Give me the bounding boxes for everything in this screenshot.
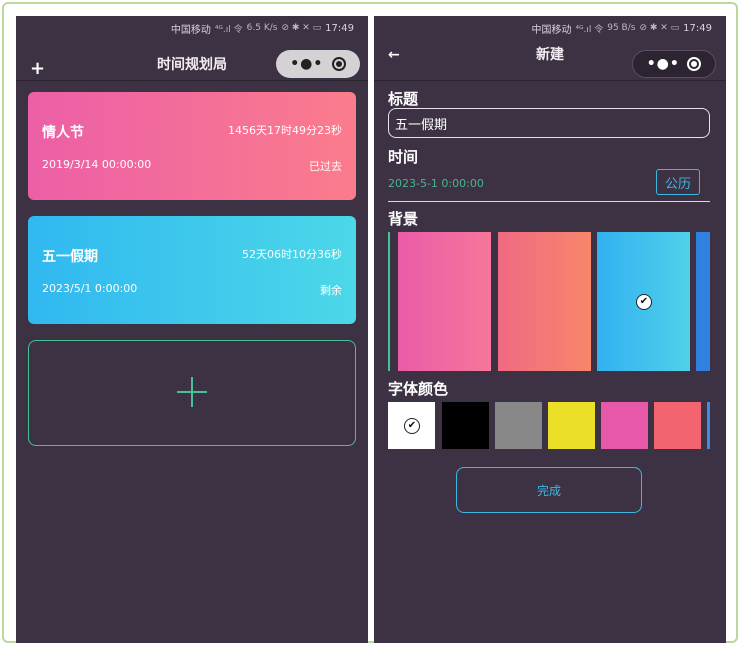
event-state: 剩余: [320, 284, 342, 297]
event-state: 已过去: [309, 160, 342, 173]
mini-program-capsule: •●•: [632, 50, 716, 78]
nav-divider: [374, 80, 726, 81]
title-label: 标题: [388, 90, 419, 108]
close-program-icon[interactable]: [687, 57, 702, 71]
signal-icon: ⁴ᴳ.ıl 令: [214, 24, 243, 35]
clock: 17:49: [683, 22, 712, 34]
countdown-card-may-day[interactable]: 五一假期 52天06时10分36秒 2023/5/1 0:00:00 剩余: [28, 216, 356, 324]
font-color-picker[interactable]: ✔: [388, 402, 710, 452]
status-icons: ⊘ ✱ ✕ ▭: [639, 23, 680, 33]
network-speed: 95 B/s: [607, 23, 636, 33]
time-divider: [388, 201, 710, 202]
event-name: 情人节: [42, 125, 84, 141]
event-date: 2019/3/14 00:00:00: [42, 158, 152, 171]
event-name: 五一假期: [42, 249, 98, 265]
font-color-white[interactable]: ✔: [388, 402, 435, 449]
nav-divider: [16, 80, 368, 81]
selected-check-icon: ✔: [404, 418, 420, 434]
font-color-blue[interactable]: [707, 402, 710, 449]
more-menu-icon[interactable]: •●•: [647, 56, 680, 72]
add-event-card[interactable]: [28, 340, 356, 446]
time-label: 时间: [388, 148, 419, 166]
font-color-red[interactable]: [654, 402, 701, 449]
signal-icon: ⁴ᴳ.ıl 令: [575, 24, 604, 35]
status-bar: 中国移动 ⁴ᴳ.ıl 令 6.5 K/s ⊘ ✱ ✕ ▭ 17:49: [171, 20, 354, 36]
more-menu-icon[interactable]: •●•: [290, 56, 323, 72]
carrier-label: 中国移动: [531, 24, 572, 36]
plus-icon: [177, 377, 207, 407]
done-button[interactable]: 完成: [456, 467, 642, 513]
network-speed: 6.5 K/s: [246, 23, 278, 33]
carrier-label: 中国移动: [170, 24, 211, 36]
background-swatch-pink[interactable]: [398, 232, 491, 371]
background-picker[interactable]: ✔: [388, 232, 710, 374]
background-swatch-cyan[interactable]: ✔: [597, 232, 690, 371]
home-screen: 中国移动 ⁴ᴳ.ıl 令 6.5 K/s ⊘ ✱ ✕ ▭ 17:49 + 时间规…: [16, 16, 368, 643]
time-value[interactable]: 2023-5-1 0:00:00: [388, 177, 484, 190]
calendar-type-button[interactable]: 公历: [656, 169, 700, 195]
background-label: 背景: [388, 210, 419, 228]
background-swatch-coral[interactable]: [498, 232, 591, 371]
background-swatch-blue[interactable]: [696, 232, 710, 371]
countdown-card-valentines[interactable]: 情人节 1456天17时49分23秒 2019/3/14 00:00:00 已过…: [28, 92, 356, 200]
font-color-black[interactable]: [442, 402, 489, 449]
font-color-pink[interactable]: [601, 402, 648, 449]
font-color-yellow[interactable]: [548, 402, 595, 449]
status-bar: 中国移动 ⁴ᴳ.ıl 令 95 B/s ⊘ ✱ ✕ ▭ 17:49: [532, 20, 713, 36]
close-program-icon[interactable]: [331, 57, 346, 71]
font-color-gray[interactable]: [495, 402, 542, 449]
mini-program-capsule: •●•: [276, 50, 360, 78]
time-elapsed: 1456天17时49分23秒: [228, 124, 342, 137]
create-event-screen: 中国移动 ⁴ᴳ.ıl 令 95 B/s ⊘ ✱ ✕ ▭ 17:49 ← 新建 •…: [374, 16, 726, 643]
time-remaining: 52天06时10分36秒: [242, 248, 342, 261]
title-input[interactable]: [388, 108, 710, 138]
status-icons: ⊘ ✱ ✕ ▭: [281, 23, 322, 33]
scroll-indicator: [388, 232, 390, 371]
font-color-label: 字体颜色: [388, 380, 449, 398]
clock: 17:49: [325, 22, 354, 34]
event-date: 2023/5/1 0:00:00: [42, 282, 138, 295]
selected-check-icon: ✔: [636, 294, 652, 310]
